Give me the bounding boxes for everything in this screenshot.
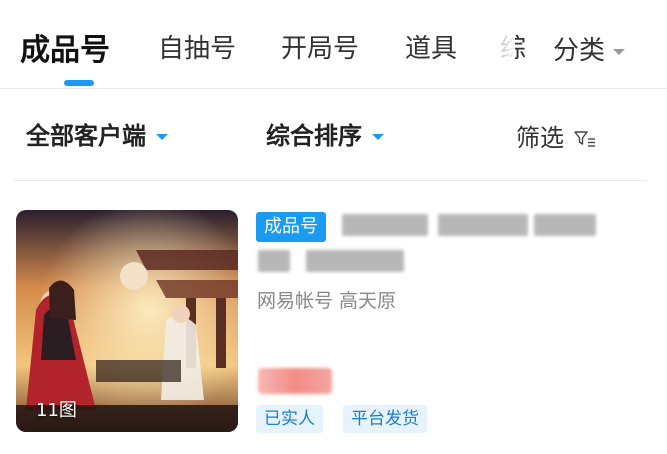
account-type-badge: 成品号 [256,212,326,242]
tab-finished-account[interactable]: 成品号 [20,25,110,69]
category-dropdown[interactable]: 分类 [553,30,626,67]
chevron-down-icon [613,48,626,55]
active-tab-indicator [64,80,94,86]
screen-label: 筛选 [516,124,564,152]
divider [0,88,667,89]
filter-icon [573,131,595,147]
tab-items[interactable]: 道具 [405,28,457,65]
category-label: 分类 [553,36,606,66]
tab-starter-account[interactable]: 开局号 [281,28,359,65]
listing-thumbnail[interactable]: 11图 [16,210,238,432]
account-meta: 网易帐号 高天原 [257,290,397,312]
price-redacted [258,368,332,394]
caret-down-icon [372,134,384,140]
tab-self-draw-account[interactable]: 自抽号 [158,28,236,65]
sort-filter[interactable]: 综合排序 [266,116,384,151]
top-tab-bar: 成品号 自抽号 开局号 道具 综 分类 [0,0,667,90]
divider [14,180,647,181]
image-count: 11图 [36,400,77,421]
client-filter[interactable]: 全部客户端 [26,116,168,151]
client-filter-label: 全部客户端 [26,122,146,150]
tab-overflow-fade [455,10,515,80]
tag-verified: 已实人 [256,405,323,433]
caret-down-icon [156,134,168,140]
screen-button[interactable]: 筛选 [516,118,596,153]
tag-platform-delivery: 平台发货 [343,405,427,433]
sort-filter-label: 综合排序 [266,122,362,150]
